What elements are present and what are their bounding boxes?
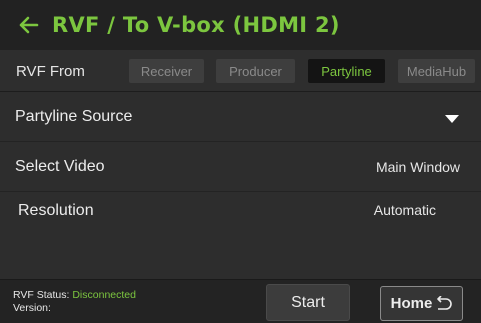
source-option-partyline[interactable]: Partyline <box>308 59 385 83</box>
resolution-value: Automatic <box>373 202 436 218</box>
source-option-producer[interactable]: Producer <box>216 59 295 83</box>
header-bar: RVF / To V-box (HDMI 2) <box>0 0 481 50</box>
resolution-label: Resolution <box>18 202 94 219</box>
select-video-row[interactable]: Select Video Main Window <box>0 142 481 192</box>
start-button[interactable]: Start <box>266 284 350 321</box>
status-label: RVF Status: <box>13 289 70 301</box>
partyline-source-label: Partyline Source <box>15 108 133 125</box>
back-arrow-icon[interactable] <box>18 14 40 36</box>
start-button-label: Start <box>291 293 325 311</box>
status-value: Disconnected <box>72 289 136 301</box>
rvf-from-label: RVF From <box>16 63 85 80</box>
version-label: Version: <box>13 302 51 314</box>
status-panel: RVF Status: Disconnected Version: <box>13 289 136 315</box>
footer-bar: RVF Status: Disconnected Version: Start … <box>0 279 481 323</box>
page-title: RVF / To V-box (HDMI 2) <box>52 13 340 37</box>
resolution-row[interactable]: Resolution Automatic <box>0 192 481 229</box>
select-video-label: Select Video <box>15 158 105 175</box>
source-option-receiver[interactable]: Receiver <box>129 59 204 83</box>
home-button[interactable]: Home <box>380 286 463 321</box>
select-video-value: Main Window <box>375 159 460 175</box>
source-option-mediahub[interactable]: MediaHub <box>398 59 475 83</box>
return-icon <box>434 294 453 312</box>
dropdown-arrow-icon <box>445 111 459 123</box>
partyline-source-dropdown[interactable]: Partyline Source <box>0 92 481 142</box>
rvf-from-row: RVF From Receiver Producer Partyline Med… <box>0 50 481 92</box>
home-button-label: Home <box>390 295 433 312</box>
status-line: RVF Status: Disconnected <box>13 289 136 302</box>
